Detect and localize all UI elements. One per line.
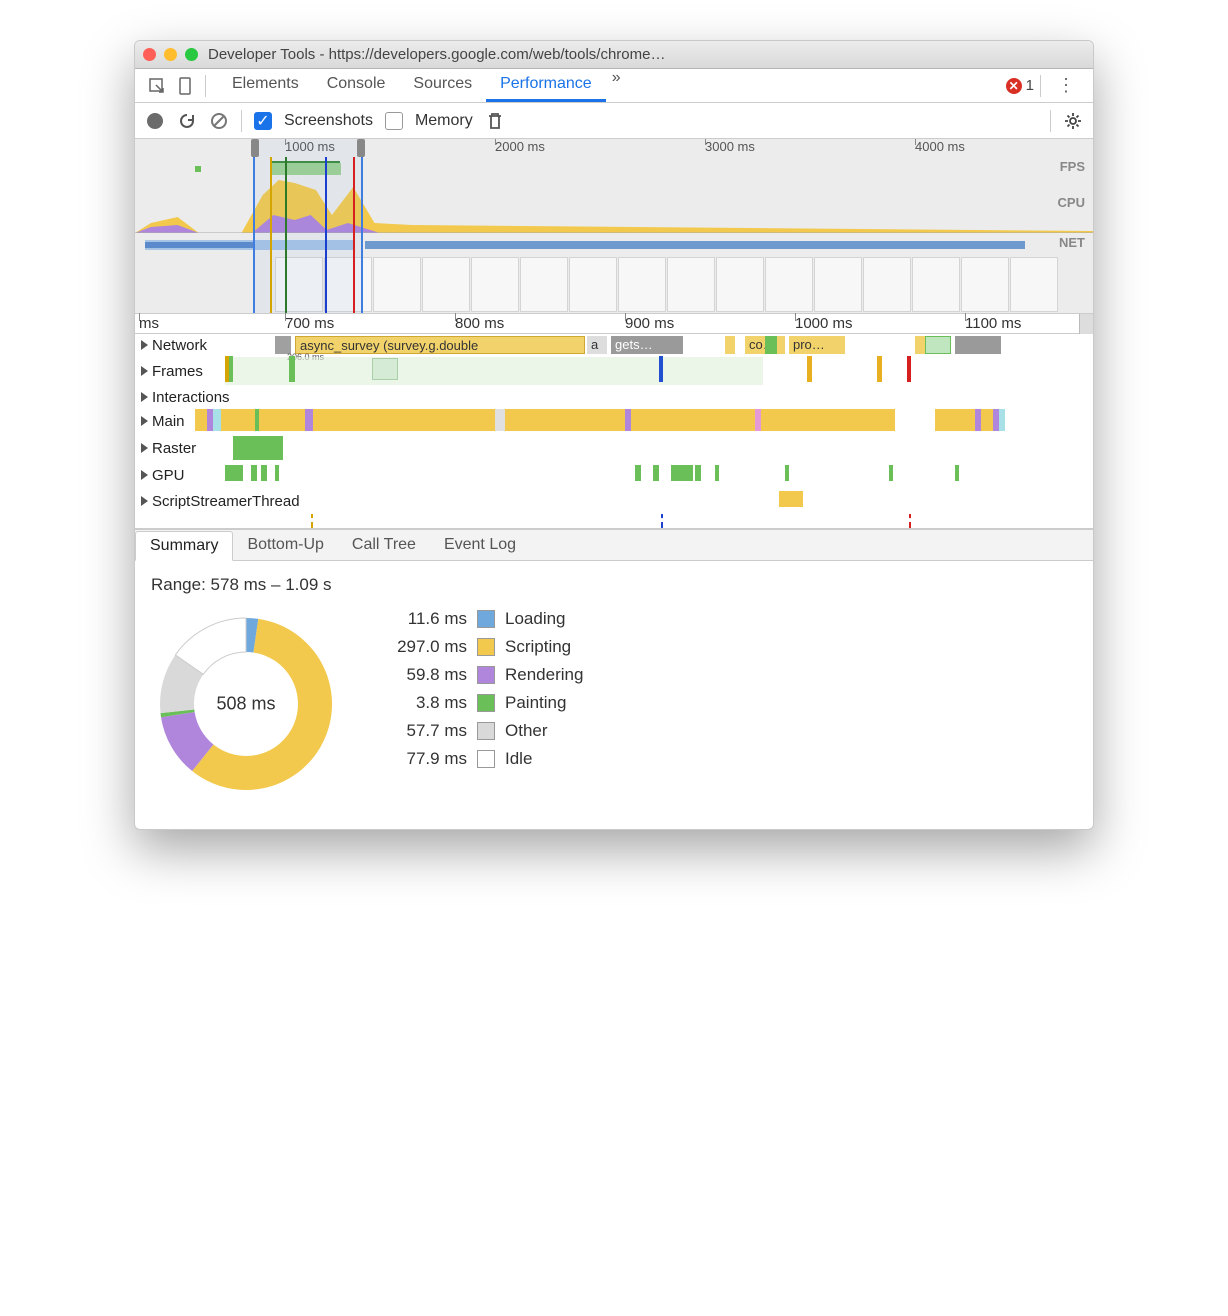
network-bar[interactable]: async_survey (survey.g.double bbox=[295, 336, 585, 354]
separator bbox=[205, 75, 206, 97]
chevron-right-icon[interactable] bbox=[141, 470, 148, 480]
legend-row: 77.9 ms Idle bbox=[377, 749, 583, 769]
legend-row: 297.0 ms Scripting bbox=[377, 637, 583, 657]
reload-button[interactable] bbox=[177, 111, 197, 131]
gear-icon[interactable] bbox=[1063, 111, 1083, 131]
panel-tabstrip: Elements Console Sources Performance » ✕… bbox=[135, 69, 1093, 103]
kebab-menu-icon[interactable]: ⋮ bbox=[1047, 75, 1085, 96]
timeline-ruler[interactable]: ms 700 ms 800 ms 900 ms 1000 ms 1100 ms bbox=[135, 314, 1093, 334]
network-bar[interactable]: a bbox=[587, 336, 607, 354]
clear-button[interactable] bbox=[209, 111, 229, 131]
tab-event-log[interactable]: Event Log bbox=[430, 531, 530, 559]
minimize-icon[interactable] bbox=[164, 48, 177, 61]
chevron-right-icon[interactable] bbox=[141, 366, 148, 376]
donut-center-label: 508 ms bbox=[216, 694, 275, 715]
screenshots-label: Screenshots bbox=[284, 112, 373, 130]
summary-donut: 508 ms bbox=[151, 609, 341, 799]
network-bar[interactable]: gets… bbox=[611, 336, 683, 354]
row-main[interactable]: Main bbox=[135, 408, 1093, 434]
device-icon[interactable] bbox=[171, 77, 199, 95]
fps-label: FPS bbox=[1060, 159, 1085, 174]
chevron-right-icon[interactable] bbox=[141, 416, 148, 426]
close-icon[interactable] bbox=[143, 48, 156, 61]
legend-swatch bbox=[477, 694, 495, 712]
error-count: 1 bbox=[1026, 77, 1034, 94]
perf-toolbar: ✓ Screenshots Memory bbox=[135, 103, 1093, 139]
chevron-right-icon[interactable] bbox=[141, 443, 148, 453]
network-bar[interactable]: pro… bbox=[789, 336, 845, 354]
titlebar: Developer Tools - https://developers.goo… bbox=[135, 41, 1093, 69]
flame-chart[interactable]: Network async_survey (survey.g.double a … bbox=[135, 334, 1093, 529]
chevron-right-icon[interactable] bbox=[141, 340, 148, 350]
window-title: Developer Tools - https://developers.goo… bbox=[208, 46, 1085, 63]
tab-elements[interactable]: Elements bbox=[218, 69, 313, 102]
zoom-icon[interactable] bbox=[185, 48, 198, 61]
tab-sources[interactable]: Sources bbox=[399, 69, 486, 102]
legend-row: 57.7 ms Other bbox=[377, 721, 583, 741]
legend-row: 3.8 ms Painting bbox=[377, 693, 583, 713]
error-badge[interactable]: ✕ 1 bbox=[1006, 77, 1034, 94]
error-icon: ✕ bbox=[1006, 78, 1022, 94]
legend-swatch bbox=[477, 666, 495, 684]
details-tabstrip: Summary Bottom-Up Call Tree Event Log bbox=[135, 529, 1093, 561]
row-raster[interactable]: Raster bbox=[135, 434, 1093, 462]
chevron-right-icon[interactable] bbox=[141, 392, 148, 402]
more-tabs-icon[interactable]: » bbox=[606, 69, 627, 102]
panel-tabs: Elements Console Sources Performance » bbox=[218, 69, 1006, 102]
summary-panel: Range: 578 ms – 1.09 s 508 ms 11.6 ms Lo… bbox=[135, 561, 1093, 829]
traffic-lights bbox=[143, 48, 198, 61]
overview-pane[interactable]: 1000 ms 2000 ms 3000 ms 4000 ms FPS CPU … bbox=[135, 139, 1093, 314]
legend-swatch bbox=[477, 638, 495, 656]
row-network[interactable]: Network async_survey (survey.g.double a … bbox=[135, 334, 1093, 356]
memory-label: Memory bbox=[415, 112, 473, 130]
screenshots-checkbox[interactable]: ✓ bbox=[254, 112, 272, 130]
legend-swatch bbox=[477, 610, 495, 628]
row-interactions[interactable]: Interactions bbox=[135, 386, 1093, 408]
memory-checkbox[interactable] bbox=[385, 112, 403, 130]
summary-legend: 11.6 ms Loading 297.0 ms Scripting 59.8 ms… bbox=[377, 609, 583, 769]
tab-performance[interactable]: Performance bbox=[486, 69, 606, 102]
scrollbar-corner[interactable] bbox=[1079, 314, 1093, 334]
row-scriptstreamer[interactable]: ScriptStreamerThread bbox=[135, 488, 1093, 514]
legend-row: 11.6 ms Loading bbox=[377, 609, 583, 629]
tab-call-tree[interactable]: Call Tree bbox=[338, 531, 430, 559]
row-frames[interactable]: Frames 603.6 ms 206.0 ms bbox=[135, 356, 1093, 386]
legend-swatch bbox=[477, 750, 495, 768]
tab-console[interactable]: Console bbox=[313, 69, 400, 102]
legend-row: 59.8 ms Rendering bbox=[377, 665, 583, 685]
legend-swatch bbox=[477, 722, 495, 740]
separator bbox=[1050, 110, 1051, 132]
range-label: Range: 578 ms – 1.09 s bbox=[151, 575, 1077, 595]
tab-summary[interactable]: Summary bbox=[135, 531, 233, 561]
separator bbox=[1040, 75, 1041, 97]
chevron-right-icon[interactable] bbox=[141, 496, 148, 506]
trash-icon[interactable] bbox=[485, 111, 505, 131]
inspect-icon[interactable] bbox=[143, 77, 171, 95]
record-button[interactable] bbox=[145, 111, 165, 131]
row-gpu[interactable]: GPU bbox=[135, 462, 1093, 488]
devtools-window: Developer Tools - https://developers.goo… bbox=[134, 40, 1094, 830]
tab-bottom-up[interactable]: Bottom-Up bbox=[233, 531, 337, 559]
separator bbox=[241, 110, 242, 132]
